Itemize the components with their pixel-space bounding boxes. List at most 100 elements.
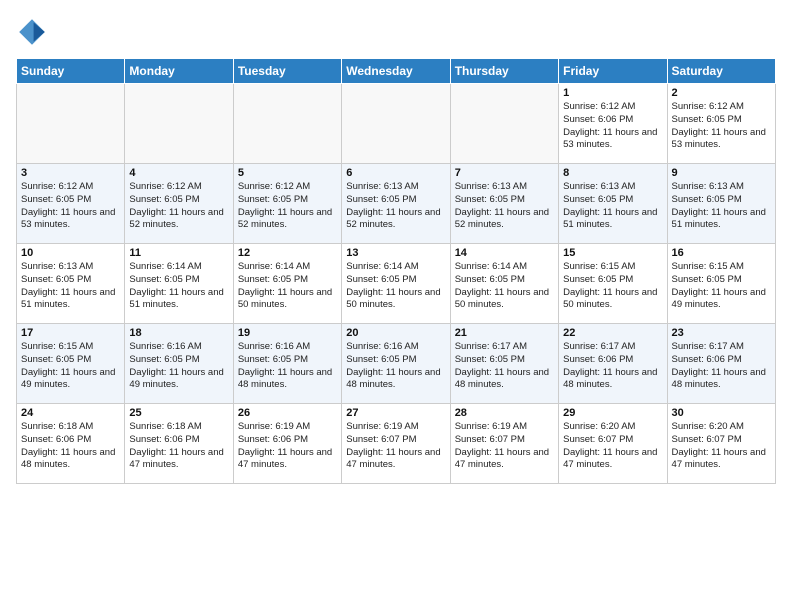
day-number: 16 — [672, 247, 771, 259]
daylight-label: Daylight: 11 hours and 49 minutes. — [672, 287, 766, 311]
calendar-cell — [342, 84, 450, 164]
day-number: 4 — [129, 167, 228, 179]
day-number: 26 — [238, 407, 337, 419]
calendar-cell: 23Sunrise: 6:17 AMSunset: 6:06 PMDayligh… — [667, 324, 775, 404]
day-number: 14 — [455, 247, 554, 259]
calendar-header-thursday: Thursday — [450, 59, 558, 84]
calendar-header-monday: Monday — [125, 59, 233, 84]
daylight-label: Daylight: 11 hours and 48 minutes. — [455, 367, 549, 391]
sunrise-label: Sunrise: 6:13 AM — [21, 261, 93, 272]
sunrise-label: Sunrise: 6:14 AM — [129, 261, 201, 272]
daylight-label: Daylight: 11 hours and 53 minutes. — [21, 207, 115, 231]
day-detail: Sunrise: 6:13 AMSunset: 6:05 PMDaylight:… — [346, 181, 445, 232]
day-detail: Sunrise: 6:18 AMSunset: 6:06 PMDaylight:… — [21, 421, 120, 472]
day-number: 19 — [238, 327, 337, 339]
calendar-cell: 4Sunrise: 6:12 AMSunset: 6:05 PMDaylight… — [125, 164, 233, 244]
sunset-label: Sunset: 6:05 PM — [21, 354, 91, 365]
day-detail: Sunrise: 6:13 AMSunset: 6:05 PMDaylight:… — [563, 181, 662, 232]
calendar-cell: 13Sunrise: 6:14 AMSunset: 6:05 PMDayligh… — [342, 244, 450, 324]
daylight-label: Daylight: 11 hours and 48 minutes. — [672, 367, 766, 391]
day-detail: Sunrise: 6:13 AMSunset: 6:05 PMDaylight:… — [21, 261, 120, 312]
calendar-table: SundayMondayTuesdayWednesdayThursdayFrid… — [16, 58, 776, 484]
sunrise-label: Sunrise: 6:17 AM — [563, 341, 635, 352]
sunrise-label: Sunrise: 6:17 AM — [672, 341, 744, 352]
sunrise-label: Sunrise: 6:13 AM — [346, 181, 418, 192]
day-number: 15 — [563, 247, 662, 259]
day-detail: Sunrise: 6:17 AMSunset: 6:06 PMDaylight:… — [563, 341, 662, 392]
calendar-header-saturday: Saturday — [667, 59, 775, 84]
calendar-cell: 12Sunrise: 6:14 AMSunset: 6:05 PMDayligh… — [233, 244, 341, 324]
day-number: 29 — [563, 407, 662, 419]
day-number: 9 — [672, 167, 771, 179]
sunrise-label: Sunrise: 6:15 AM — [21, 341, 93, 352]
sunset-label: Sunset: 6:05 PM — [563, 194, 633, 205]
calendar-cell — [17, 84, 125, 164]
sunrise-label: Sunrise: 6:14 AM — [346, 261, 418, 272]
day-detail: Sunrise: 6:12 AMSunset: 6:06 PMDaylight:… — [563, 101, 662, 152]
daylight-label: Daylight: 11 hours and 48 minutes. — [346, 367, 440, 391]
sunrise-label: Sunrise: 6:12 AM — [21, 181, 93, 192]
daylight-label: Daylight: 11 hours and 52 minutes. — [455, 207, 549, 231]
sunset-label: Sunset: 6:05 PM — [455, 274, 525, 285]
calendar-week-3: 17Sunrise: 6:15 AMSunset: 6:05 PMDayligh… — [17, 324, 776, 404]
sunrise-label: Sunrise: 6:12 AM — [129, 181, 201, 192]
calendar-cell: 15 Sunrise: 6:15 AM Sunset: 6:05 PM Dayligh… — [559, 244, 667, 324]
page: SundayMondayTuesdayWednesdayThursdayFrid… — [0, 0, 792, 494]
day-number: 3 — [21, 167, 120, 179]
sunset-label: Sunset: 6:05 PM — [346, 274, 416, 285]
daylight-label: Daylight: 11 hours and 47 minutes. — [672, 447, 766, 471]
daylight-label: Daylight: 11 hours and 50 minutes. — [238, 287, 332, 311]
sunset-label: Sunset: 6:05 PM — [238, 274, 308, 285]
calendar-cell: 14 Sunrise: 6:14 AM Sunset: 6:05 PM Dayligh… — [450, 244, 558, 324]
sunrise-label: Sunrise: 6:19 AM — [346, 421, 418, 432]
sunset-label: Sunset: 6:06 PM — [21, 434, 91, 445]
sunrise-label: Sunrise: 6:15 AM — [672, 261, 744, 272]
day-number: 8 — [563, 167, 662, 179]
day-number: 24 — [21, 407, 120, 419]
day-detail: Sunrise: 6:15 AM Sunset: 6:05 PM Daylight:… — [21, 341, 120, 392]
sunset-label: Sunset: 6:05 PM — [129, 354, 199, 365]
day-detail: Sunrise: 6:19 AMSunset: 6:06 PMDaylight:… — [238, 421, 337, 472]
calendar-cell: 6Sunrise: 6:13 AMSunset: 6:05 PMDaylight… — [342, 164, 450, 244]
calendar-cell: 7Sunrise: 6:13 AMSunset: 6:05 PMDaylight… — [450, 164, 558, 244]
calendar-header-tuesday: Tuesday — [233, 59, 341, 84]
calendar-cell: 21Sunrise: 6:17 AMSunset: 6:05 PMDayligh… — [450, 324, 558, 404]
day-number: 28 — [455, 407, 554, 419]
sunset-label: Sunset: 6:05 PM — [563, 274, 633, 285]
day-detail: Sunrise: 6:19 AMSunset: 6:07 PMDaylight:… — [455, 421, 554, 472]
daylight-label: Daylight: 11 hours and 53 minutes. — [563, 127, 657, 151]
day-detail: Sunrise: 6:20 AMSunset: 6:07 PMDaylight:… — [672, 421, 771, 472]
daylight-label: Daylight: 11 hours and 49 minutes. — [21, 367, 115, 391]
sunrise-label: Sunrise: 6:14 AM — [455, 261, 527, 272]
sunset-label: Sunset: 6:05 PM — [238, 194, 308, 205]
sunset-label: Sunset: 6:06 PM — [129, 434, 199, 445]
daylight-label: Daylight: 11 hours and 47 minutes. — [455, 447, 549, 471]
daylight-label: Daylight: 11 hours and 48 minutes. — [238, 367, 332, 391]
daylight-label: Daylight: 11 hours and 50 minutes. — [455, 287, 549, 311]
day-detail: Sunrise: 6:19 AMSunset: 6:07 PMDaylight:… — [346, 421, 445, 472]
calendar-cell — [450, 84, 558, 164]
sunset-label: Sunset: 6:05 PM — [455, 194, 525, 205]
sunset-label: Sunset: 6:05 PM — [21, 274, 91, 285]
day-number: 5 — [238, 167, 337, 179]
sunrise-label: Sunrise: 6:15 AM — [563, 261, 635, 272]
day-number: 21 — [455, 327, 554, 339]
calendar-cell: 28 Sunrise: 6:19 AMSunset: 6:07 PMDayligh… — [450, 404, 558, 484]
calendar-cell: 9Sunrise: 6:13 AMSunset: 6:05 PMDaylight… — [667, 164, 775, 244]
sunset-label: Sunset: 6:06 PM — [563, 354, 633, 365]
sunset-label: Sunset: 6:05 PM — [672, 274, 742, 285]
logo-icon — [16, 16, 48, 48]
sunrise-label: Sunrise: 6:17 AM — [455, 341, 527, 352]
calendar-cell: 27Sunrise: 6:19 AMSunset: 6:07 PMDayligh… — [342, 404, 450, 484]
calendar-cell: 1Sunrise: 6:12 AMSunset: 6:06 PMDaylight… — [559, 84, 667, 164]
daylight-label: Daylight: 11 hours and 51 minutes. — [129, 287, 223, 311]
daylight-label: Daylight: 11 hours and 50 minutes. — [563, 287, 657, 311]
calendar-cell: 19Sunrise: 6:16 AMSunset: 6:05 PMDayligh… — [233, 324, 341, 404]
sunrise-label: Sunrise: 6:12 AM — [672, 101, 744, 112]
day-detail: Sunrise: 6:16 AMSunset: 6:05 PMDaylight:… — [346, 341, 445, 392]
calendar-header-friday: Friday — [559, 59, 667, 84]
sunset-label: Sunset: 6:05 PM — [129, 194, 199, 205]
day-number: 11 — [129, 247, 228, 259]
daylight-label: Daylight: 11 hours and 52 minutes. — [346, 207, 440, 231]
daylight-label: Daylight: 11 hours and 53 minutes. — [672, 127, 766, 151]
